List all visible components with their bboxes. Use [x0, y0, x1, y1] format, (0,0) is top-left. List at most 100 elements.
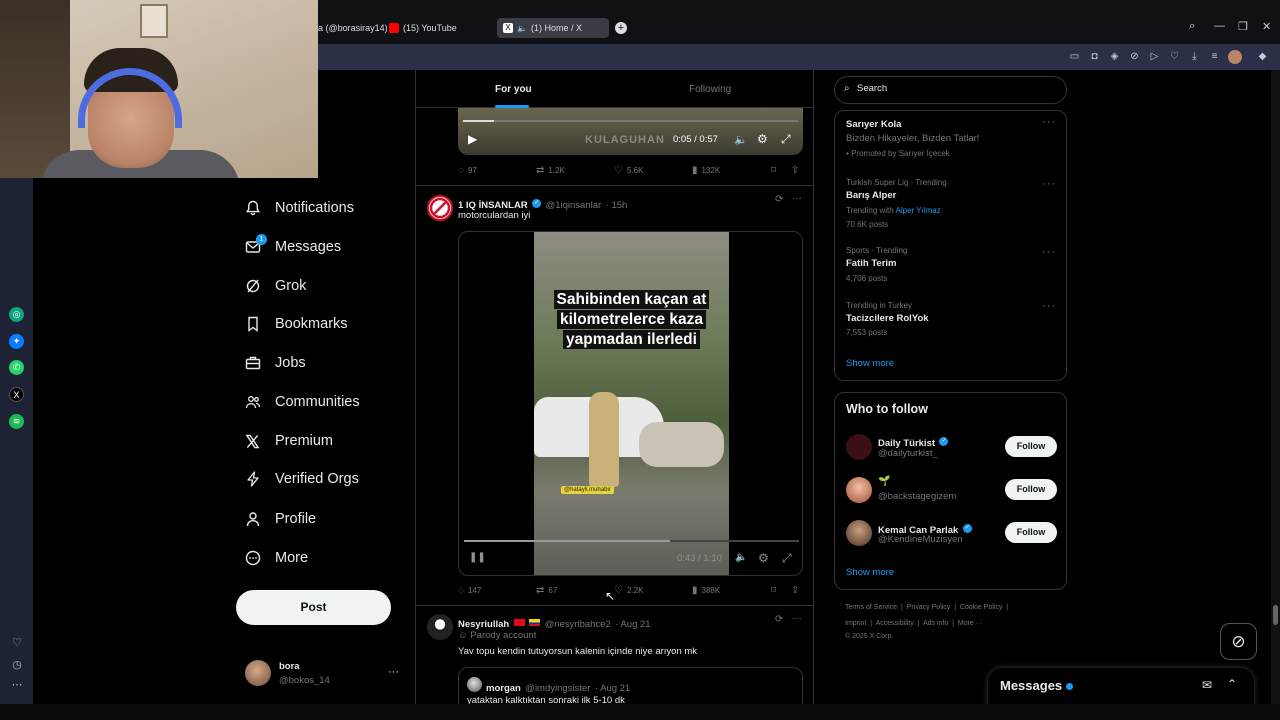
like-button[interactable]: ♡ 2.2K: [614, 585, 643, 596]
timeline: ▶ KULAGUHAN 0:05 / 0:57 🔈 ⚙ ⤢ ◌ 97 ⇄ 1.2K …: [415, 70, 814, 704]
repost-button[interactable]: ⇄ 67: [536, 585, 557, 596]
footer-link[interactable]: Imprint: [845, 620, 866, 627]
scrollbar-thumb[interactable]: [1273, 605, 1278, 625]
nav-profile[interactable]: Profile: [244, 507, 316, 531]
history-icon[interactable]: ◷: [10, 658, 24, 671]
nav-notifications[interactable]: Notifications: [244, 196, 354, 220]
menu-icon[interactable]: ≡: [1209, 51, 1220, 62]
quoted-tweet[interactable]: morgan @imdyingsister · Aug 21 yataktan …: [458, 667, 803, 704]
play-icon[interactable]: ▶: [468, 132, 477, 146]
views-button[interactable]: ▮ 132K: [692, 165, 720, 176]
fullscreen-icon[interactable]: ⤢: [781, 132, 791, 147]
grok-explain-icon[interactable]: ⟳: [775, 194, 783, 205]
profile-avatar-icon[interactable]: [1228, 50, 1242, 64]
search-tabs-icon[interactable]: ⌕: [1189, 20, 1195, 33]
search-box[interactable]: ⌕: [834, 76, 1067, 104]
x-sidebar-icon[interactable]: X: [9, 387, 24, 402]
tweet-more-icon[interactable]: ···: [792, 193, 802, 204]
footer-link[interactable]: Terms of Service: [845, 604, 897, 611]
video-progress-track[interactable]: [463, 120, 798, 122]
tweet-more-icon[interactable]: ···: [792, 613, 802, 624]
reply-button[interactable]: ◌ 97: [458, 165, 477, 176]
tweet-time[interactable]: · 15h: [606, 200, 628, 211]
like-button[interactable]: ♡ 5.6K: [614, 165, 643, 176]
nav-bookmarks[interactable]: Bookmarks: [244, 312, 348, 336]
tab-youtube[interactable]: (15) YouTube: [383, 18, 463, 38]
new-tab-button[interactable]: +: [615, 22, 627, 34]
footer-link[interactable]: More ···: [958, 620, 983, 627]
follow-button[interactable]: Follow: [1005, 522, 1057, 543]
tweet1-video[interactable]: ▶ KULAGUHAN 0:05 / 0:57 🔈 ⚙ ⤢: [458, 108, 803, 155]
adblock-icon[interactable]: ⊘: [1129, 51, 1140, 62]
fullscreen-icon[interactable]: ⤢: [782, 551, 792, 566]
settings-icon[interactable]: ⚙: [758, 551, 769, 565]
tweet-author-handle[interactable]: @1iqinsanlar: [546, 200, 602, 211]
repost-button[interactable]: ⇄ 1.2K: [536, 165, 565, 176]
footer-link[interactable]: Cookie Policy: [960, 604, 1002, 611]
trend-more-icon[interactable]: ···: [1042, 178, 1056, 190]
download-icon[interactable]: ⤓: [1189, 51, 1200, 62]
share-button[interactable]: ⇪: [791, 165, 799, 176]
whatsapp-icon[interactable]: ✆: [9, 360, 24, 375]
grok-fab-button[interactable]: ⊘: [1220, 623, 1257, 660]
tweet-author-name[interactable]: Nesyriullah: [458, 619, 509, 630]
volume-icon[interactable]: 🔈: [734, 133, 748, 146]
nav-more[interactable]: More: [244, 546, 308, 570]
spotify-icon[interactable]: ≋: [9, 414, 24, 429]
settings-icon[interactable]: ⚙: [757, 132, 768, 146]
search-input[interactable]: [857, 83, 1057, 94]
chatgpt-icon[interactable]: ◎: [9, 307, 24, 322]
nav-jobs[interactable]: Jobs: [244, 351, 306, 375]
tab-x-home[interactable]: X 🔈 (1) Home / X: [497, 18, 609, 38]
page-scrollbar[interactable]: [1271, 70, 1280, 704]
tweet2-video[interactable]: Sahibinden kaçan at kilometrelerce kaza …: [458, 231, 803, 576]
bookmark-button[interactable]: ⌑: [771, 165, 776, 176]
show-more-link[interactable]: Show more: [846, 567, 894, 578]
messages-drawer[interactable]: Messages ✉ ⌃: [988, 668, 1254, 708]
nav-grok[interactable]: Grok: [244, 274, 306, 298]
extensions-icon[interactable]: ◆: [1257, 51, 1268, 62]
footer-link[interactable]: Accessibility: [876, 620, 914, 627]
bookmark-button[interactable]: ⌑: [771, 585, 776, 596]
restore-icon[interactable]: ❐: [1238, 20, 1248, 33]
expand-up-icon[interactable]: ⌃: [1227, 677, 1237, 691]
post-button[interactable]: Post: [236, 590, 391, 625]
shield-icon[interactable]: ◈: [1109, 51, 1120, 62]
views-button[interactable]: ▮ 388K: [692, 585, 720, 596]
footer-link[interactable]: Privacy Policy: [907, 604, 951, 611]
share-button[interactable]: ⇪: [791, 585, 799, 596]
follow-button[interactable]: Follow: [1005, 479, 1057, 500]
nav-verified-orgs[interactable]: Verified Orgs: [244, 467, 359, 491]
play-icon[interactable]: ▷: [1149, 51, 1160, 62]
camera-icon[interactable]: ◘: [1089, 51, 1100, 62]
avatar[interactable]: [427, 614, 453, 640]
more-sidebar-icon[interactable]: ⋯: [10, 678, 24, 691]
footer-link[interactable]: Ads info: [923, 620, 948, 627]
new-message-icon[interactable]: ✉: [1202, 678, 1212, 692]
trend-more-icon[interactable]: ···: [1042, 116, 1056, 128]
volume-icon[interactable]: 🔈: [735, 552, 747, 563]
follow-button[interactable]: Follow: [1005, 436, 1057, 457]
account-more-icon[interactable]: ···: [388, 666, 399, 678]
heart-icon[interactable]: ♡: [1169, 51, 1180, 62]
tab-following[interactable]: Following: [689, 84, 731, 95]
pause-icon[interactable]: ❚❚: [469, 552, 486, 563]
trend-extra-link[interactable]: Alper Yılmaz: [896, 206, 941, 215]
pin-icon[interactable]: ▭: [1069, 51, 1080, 62]
tweet-author-handle[interactable]: @nesyribahce2: [545, 619, 611, 630]
tweet-time[interactable]: · Aug 21: [615, 619, 650, 630]
close-icon[interactable]: ✕: [1262, 20, 1271, 33]
trend-more-icon[interactable]: ···: [1042, 246, 1056, 258]
minimize-icon[interactable]: —: [1214, 20, 1225, 32]
tab-for-you[interactable]: For you: [495, 84, 532, 95]
show-more-link[interactable]: Show more: [846, 358, 894, 369]
nav-premium[interactable]: Premium: [244, 429, 333, 453]
trend-more-icon[interactable]: ···: [1042, 300, 1056, 312]
grok-explain-icon[interactable]: ⟳: [775, 614, 783, 625]
nav-messages[interactable]: 1 Messages: [244, 233, 341, 259]
messenger-icon[interactable]: ✦: [9, 334, 24, 349]
nav-communities[interactable]: Communities: [244, 390, 360, 414]
reply-button[interactable]: ◌ 147: [458, 585, 481, 596]
avatar[interactable]: [427, 195, 453, 221]
heart-sidebar-icon[interactable]: ♡: [10, 636, 24, 649]
